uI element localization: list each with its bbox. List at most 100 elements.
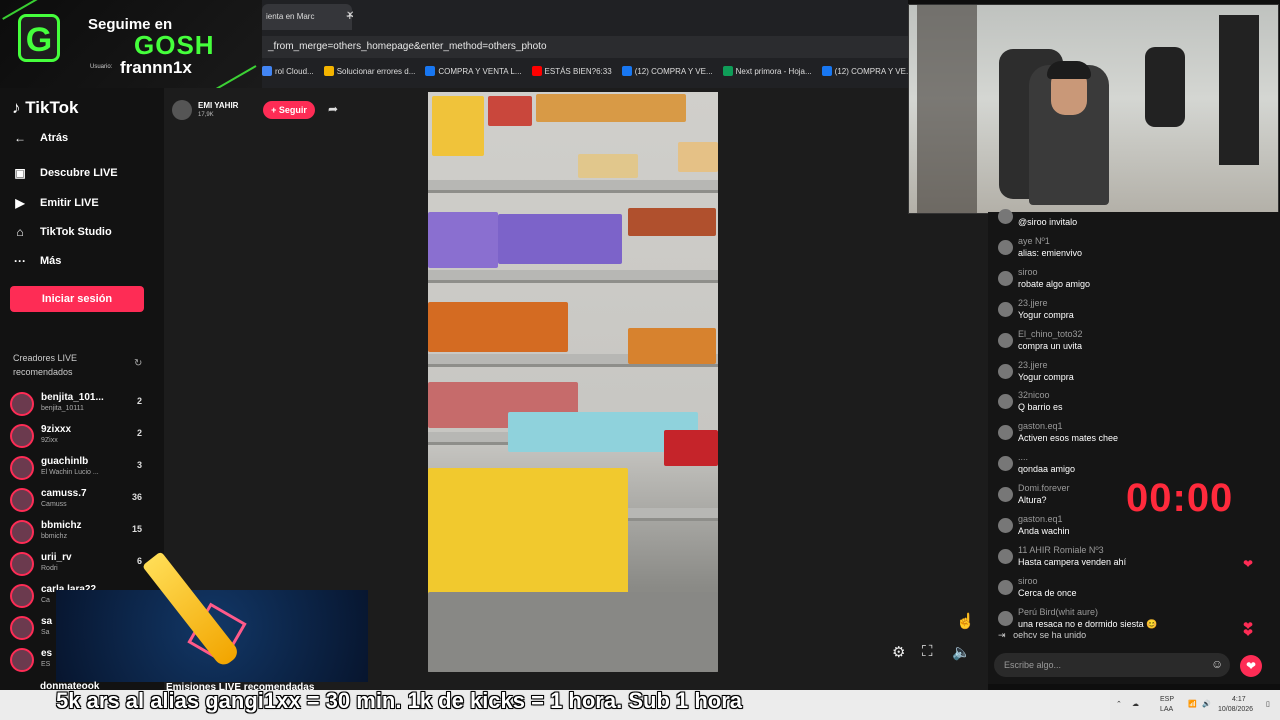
chat-avatar[interactable] bbox=[998, 239, 1013, 255]
bookmark-item[interactable]: (12) COMPRA Y VE... bbox=[621, 66, 713, 76]
creator-item[interactable]: 9zixxx 9Zixx 2 bbox=[10, 422, 150, 450]
chat-avatar[interactable] bbox=[998, 301, 1013, 317]
creator-name: guachinlb bbox=[41, 456, 89, 467]
chat-username[interactable]: Perú Bird(whit aure) bbox=[1018, 607, 1098, 617]
chat-avatar[interactable] bbox=[998, 270, 1013, 286]
chat-avatar[interactable] bbox=[998, 548, 1013, 564]
chat-avatar[interactable] bbox=[998, 579, 1013, 595]
language-sub-label[interactable]: LAA bbox=[1160, 706, 1173, 713]
chat-text: Yogur compra bbox=[1018, 309, 1074, 320]
chat-avatar[interactable] bbox=[998, 487, 1013, 503]
clock-time[interactable]: 4:17 bbox=[1232, 696, 1246, 703]
bookmark-label: Solucionar errores d... bbox=[336, 66, 416, 76]
notification-icon[interactable]: ▯ bbox=[1266, 700, 1270, 708]
browser-tab[interactable]: ienta en Marc bbox=[262, 4, 352, 30]
gosh-username: frannn1x bbox=[120, 58, 192, 77]
creator-item[interactable]: urii_rv Rodri 6 bbox=[10, 550, 150, 578]
bookmark-favicon-icon bbox=[425, 66, 436, 76]
tray-chevron-icon[interactable]: ⌃ bbox=[1116, 700, 1122, 708]
bookmark-item[interactable]: Solucionar errores d... bbox=[323, 66, 416, 76]
chat-avatar[interactable] bbox=[998, 610, 1013, 626]
refresh-icon[interactable]: ↻ bbox=[134, 358, 142, 369]
chat-message: @siroo invitalo bbox=[998, 205, 1268, 235]
chat-message: 32nicoo Q barrio es bbox=[998, 390, 1268, 420]
chat-avatar[interactable] bbox=[998, 518, 1013, 533]
creator-item[interactable]: bbmichz bbmichz 15 bbox=[10, 518, 150, 546]
creator-viewers: 15 bbox=[131, 524, 142, 534]
chat-username[interactable]: aye Nº1 bbox=[1018, 236, 1050, 246]
bookmark-item[interactable]: COMPRA Y VENTA L... bbox=[425, 66, 522, 76]
bookmark-item[interactable]: rol Cloud... bbox=[262, 66, 314, 76]
bookmark-item[interactable]: Next primora - Hoja... bbox=[722, 66, 812, 76]
bookmark-item[interactable]: (12) COMPRA Y VE... bbox=[821, 66, 908, 76]
join-icon: ⇥ bbox=[998, 630, 1006, 640]
streamer-avatar[interactable] bbox=[172, 100, 192, 120]
nav-label: Descubre LIVE bbox=[40, 167, 118, 179]
creator-item[interactable]: camuss.7 Camuss 36 bbox=[10, 486, 150, 514]
creator-avatar bbox=[10, 552, 34, 576]
nav-go-live[interactable]: ▶ Emitir LIVE bbox=[12, 196, 98, 210]
creator-name: camuss.7 bbox=[41, 488, 87, 499]
nav-tiktok-studio[interactable]: ⌂ TikTok Studio bbox=[12, 225, 111, 239]
chat-avatar[interactable] bbox=[998, 456, 1013, 472]
emoji-icon[interactable]: ☺ bbox=[1211, 657, 1223, 671]
settings-icon[interactable]: ⚙ bbox=[892, 643, 905, 661]
chat-username[interactable]: siroo bbox=[1018, 576, 1038, 586]
wifi-icon[interactable]: 📶 bbox=[1188, 700, 1197, 708]
chat-avatar[interactable] bbox=[998, 363, 1013, 379]
creator-item[interactable]: benjita_101... benjita_10111 2 bbox=[10, 390, 150, 418]
chat-avatar[interactable] bbox=[998, 394, 1013, 410]
creator-item[interactable]: guachinlb El Wachin Lucio ... 3 bbox=[10, 454, 150, 482]
chat-avatar[interactable] bbox=[998, 425, 1013, 441]
chat-message: aye Nº1 alias: emienvivo bbox=[998, 236, 1268, 266]
share-icon[interactable]: ➦ bbox=[328, 102, 338, 116]
like-heart-button[interactable]: ❤ bbox=[1240, 655, 1262, 677]
chat-username[interactable]: 23.jjere bbox=[1018, 360, 1048, 370]
gosh-user-label: Usuario: bbox=[90, 64, 113, 70]
chat-message: 11 AHIR Romiale Nº3 Hasta campera venden … bbox=[998, 545, 1268, 575]
creator-handle: Ca bbox=[41, 597, 50, 604]
address-bar[interactable]: _from_merge=others_homepage&enter_method… bbox=[262, 36, 908, 58]
nav-discover-live[interactable]: ▣ Descubre LIVE bbox=[12, 166, 118, 180]
follow-button[interactable]: + Seguir bbox=[263, 101, 315, 119]
chat-username[interactable]: El_chino_toto32 bbox=[1018, 329, 1083, 339]
chat-username[interactable]: 11 AHIR Romiale Nº3 bbox=[1018, 545, 1104, 555]
chat-message: siroo Cerca de once bbox=[998, 576, 1268, 606]
chat-message: El_chino_toto32 compra un uvita bbox=[998, 329, 1268, 359]
chat-username[interactable]: siroo bbox=[1018, 267, 1038, 277]
chat-username[interactable]: .... bbox=[1018, 452, 1028, 462]
chat-username[interactable]: gaston.eq1 bbox=[1018, 514, 1063, 524]
login-button[interactable]: Iniciar sesión bbox=[10, 286, 144, 312]
cloud-icon[interactable]: ☁ bbox=[1132, 700, 1139, 708]
chat-username[interactable]: 32nicoo bbox=[1018, 390, 1050, 400]
home-icon: ⌂ bbox=[16, 225, 24, 239]
volume-icon[interactable]: 🔈 bbox=[952, 643, 971, 661]
chat-text: Hasta campera venden ahí bbox=[1018, 556, 1127, 567]
tiktok-logo[interactable]: ♪ TikTok bbox=[12, 98, 78, 118]
bookmark-item[interactable]: ESTÁS BIEN?6:33 bbox=[531, 66, 612, 76]
tiktok-note-icon: ♪ bbox=[12, 98, 21, 117]
recommended-title: Creadores LIVE recomendados bbox=[13, 353, 78, 377]
chat-text: alias: emienvivo bbox=[1018, 247, 1083, 258]
chat-avatar[interactable] bbox=[998, 209, 1013, 224]
chat-message: 23.jjere Yogur compra bbox=[998, 360, 1268, 390]
nav-more[interactable]: ··· Más bbox=[12, 254, 61, 268]
fullscreen-icon[interactable]: ⛶ bbox=[922, 643, 933, 660]
chat-username[interactable]: gaston.eq1 bbox=[1018, 421, 1063, 431]
chat-username[interactable]: Domi.forever bbox=[1018, 483, 1070, 493]
live-video[interactable] bbox=[428, 92, 718, 672]
language-label[interactable]: ESP bbox=[1160, 696, 1174, 703]
back-arrow-icon: ← bbox=[14, 131, 26, 145]
bookmark-label: Next primora - Hoja... bbox=[735, 66, 812, 76]
chat-username[interactable]: 23.jjere bbox=[1018, 298, 1048, 308]
volume-tray-icon[interactable]: 🔊 bbox=[1202, 700, 1211, 708]
nav-back[interactable]: ← Atrás bbox=[12, 131, 68, 145]
chat-input[interactable]: Escribe algo... bbox=[994, 653, 1230, 677]
streamer-name[interactable]: EMI YAHIR bbox=[198, 101, 238, 110]
clock-date[interactable]: 10/08/2026 bbox=[1218, 706, 1253, 713]
chat-avatar[interactable] bbox=[998, 332, 1013, 348]
creator-avatar bbox=[10, 488, 34, 512]
nav-label: Más bbox=[40, 255, 62, 267]
gosh-logo: G bbox=[18, 14, 60, 62]
new-tab-button[interactable]: + bbox=[346, 8, 354, 23]
